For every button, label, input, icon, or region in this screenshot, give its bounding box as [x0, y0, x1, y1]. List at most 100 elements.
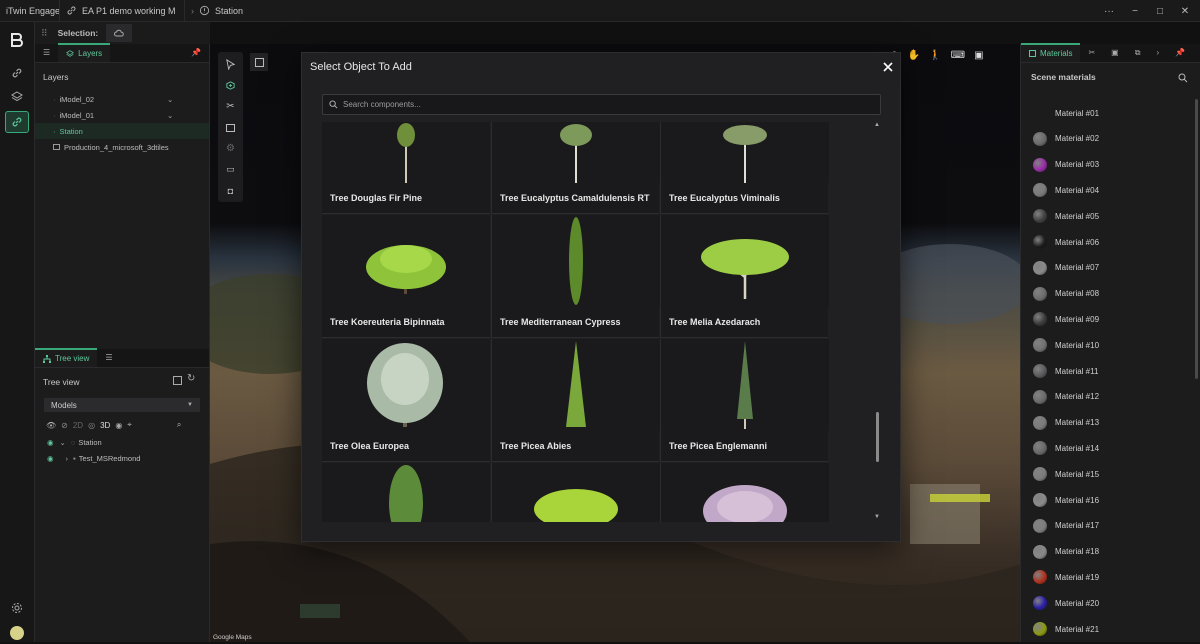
component-card[interactable]: Tree Melia Azedarach [660, 215, 829, 338]
station-breadcrumb[interactable]: › Station [185, 0, 249, 22]
pin-button[interactable]: 📌 [183, 43, 209, 62]
material-item[interactable]: Material #05 [1033, 208, 1099, 224]
component-card[interactable]: Tree Koereuteria Bipinnata [322, 215, 490, 338]
scroll-down-icon[interactable]: ▼ [874, 514, 880, 520]
material-item[interactable]: Material #14 [1033, 440, 1099, 456]
layer-item-selected[interactable]: · Station [35, 123, 209, 139]
material-item[interactable]: Material #21 [1033, 621, 1099, 637]
materials-scrollbar[interactable] [1195, 99, 1198, 379]
layer-item[interactable]: Production_4_microsoft_3dtiles [35, 139, 209, 155]
brand-logo[interactable] [5, 29, 29, 51]
close-window-button[interactable]: ✕ [1172, 0, 1198, 22]
models-dropdown[interactable]: Models ▼ [44, 398, 200, 412]
component-card[interactable]: Tree Picea Abies [491, 339, 660, 462]
search-icon[interactable]: ⌕ [177, 420, 181, 430]
material-item[interactable]: Material #06 [1033, 234, 1099, 250]
eye-icon[interactable]: 👁 [46, 421, 56, 430]
cursor-icon[interactable]: ⌖ [127, 420, 132, 430]
layer-item[interactable]: · iModel_01 ⌄ [35, 107, 209, 123]
material-item[interactable]: Material #02 [1033, 131, 1099, 147]
user-avatar[interactable] [5, 622, 29, 644]
comment-tool[interactable] [222, 119, 239, 136]
settings-panel-icon[interactable]: ▣ [974, 50, 983, 61]
tab-more[interactable]: › [1148, 43, 1167, 62]
tab-materials[interactable]: Materials [1021, 43, 1081, 62]
walk-icon[interactable]: 🚶 [929, 50, 941, 61]
material-item[interactable]: Material #09 [1033, 311, 1099, 327]
chevron-down-icon[interactable]: ⌄ [60, 438, 66, 447]
tab-assets[interactable]: ⧉ [1127, 43, 1149, 62]
tab-list[interactable]: ☰ [35, 43, 58, 62]
cut-tool[interactable]: ✂ [222, 98, 239, 115]
eye-icon[interactable]: ◉ [115, 421, 122, 430]
tab-properties[interactable]: ▣ [1103, 43, 1127, 62]
material-item[interactable]: Material #03 [1033, 157, 1099, 173]
minimize-button[interactable]: − [1122, 0, 1148, 22]
add-object-tool[interactable] [222, 77, 239, 94]
material-item[interactable]: Material #20 [1033, 595, 1099, 611]
tab-layers[interactable]: Layers [58, 43, 111, 62]
component-card[interactable]: Tree Mediterranean Cypress [491, 215, 660, 338]
material-item[interactable]: Material #08 [1033, 286, 1099, 302]
drag-handle-icon[interactable]: ⠿ [41, 28, 48, 39]
eye-icon[interactable]: ◉ [47, 454, 54, 463]
material-item[interactable]: Material #07 [1033, 260, 1099, 276]
material-item[interactable]: Material #19 [1033, 569, 1099, 585]
search-box[interactable] [322, 94, 881, 115]
mode-2d-button[interactable]: 2D [73, 421, 83, 430]
camera-tool[interactable]: ◘ [222, 182, 239, 199]
select-tool[interactable] [222, 56, 239, 73]
scrollbar-thumb[interactable] [876, 412, 879, 462]
pan-hand-icon[interactable]: ✋ [908, 50, 920, 61]
layer-item[interactable]: · iModel_02 ⌄ [35, 91, 209, 107]
search-icon[interactable] [1178, 73, 1188, 83]
material-item[interactable]: Material #13 [1033, 415, 1099, 431]
chevron-down-icon[interactable]: ⌄ [167, 111, 173, 120]
chevron-right-icon[interactable]: › [66, 454, 69, 463]
eye-icon[interactable]: ◉ [47, 438, 54, 447]
component-card[interactable]: Tree Douglas Fir Pine [322, 122, 490, 214]
maximize-button[interactable]: □ [1147, 0, 1173, 22]
tab-list[interactable]: ☰ [97, 348, 120, 367]
material-item[interactable]: Material #11 [1033, 363, 1098, 379]
material-item[interactable]: Material #01 [1033, 105, 1099, 121]
material-item[interactable]: Material #10 [1033, 337, 1099, 353]
modal-scrollbar[interactable]: ▲ ▼ [874, 122, 882, 522]
component-card[interactable]: Tree Eucalyptus Camaldulensis RT [491, 122, 660, 214]
component-card[interactable]: Tree Eucalyptus Viminalis [660, 122, 829, 214]
project-breadcrumb[interactable]: EA P1 demo working M [60, 0, 185, 22]
tab-tree-view[interactable]: Tree view [35, 348, 98, 367]
settings-button[interactable] [5, 597, 29, 619]
more-button[interactable]: ··· [1096, 0, 1122, 22]
keyboard-icon[interactable]: ⌨ [951, 50, 965, 61]
tree-node[interactable]: ◉ ⌄ ◌ Station [35, 434, 209, 450]
video-tool[interactable]: ▭ [222, 161, 239, 178]
tab-cut[interactable]: ✂ [1080, 43, 1103, 62]
chevron-down-icon[interactable]: ⌄ [167, 95, 173, 104]
material-item[interactable]: Material #17 [1033, 518, 1099, 534]
tree-node[interactable]: ◉ › ▪ Test_MSRedmond [35, 450, 209, 466]
pin-button[interactable]: 📌 [1167, 43, 1193, 62]
material-item[interactable]: Material #15 [1033, 466, 1099, 482]
rail-layers-button[interactable] [5, 86, 29, 108]
material-item[interactable]: Material #18 [1033, 544, 1099, 560]
component-card[interactable] [491, 463, 660, 522]
scroll-up-icon[interactable]: ▲ [874, 122, 880, 128]
rail-connect-button[interactable] [5, 111, 29, 133]
refresh-icon[interactable]: ↻ [187, 373, 195, 384]
mode-3d-button[interactable]: 3D [100, 421, 110, 430]
material-item[interactable]: Material #16 [1033, 492, 1099, 508]
save-view-button[interactable] [250, 53, 268, 71]
eye-off-icon[interactable]: ⊘ [61, 421, 68, 430]
component-card[interactable] [660, 463, 829, 522]
settings-tool[interactable]: ⚙ [222, 140, 239, 157]
component-card[interactable] [322, 463, 490, 522]
selection-mode-button[interactable] [106, 24, 133, 42]
save-icon[interactable] [173, 376, 182, 385]
material-item[interactable]: Material #04 [1033, 182, 1099, 198]
close-button[interactable] [880, 59, 896, 75]
component-card[interactable]: Tree Picea Englemanni [660, 339, 829, 462]
rail-link-button[interactable] [5, 62, 29, 84]
search-input[interactable] [343, 100, 843, 109]
component-card[interactable]: Tree Olea Europea [322, 339, 490, 462]
